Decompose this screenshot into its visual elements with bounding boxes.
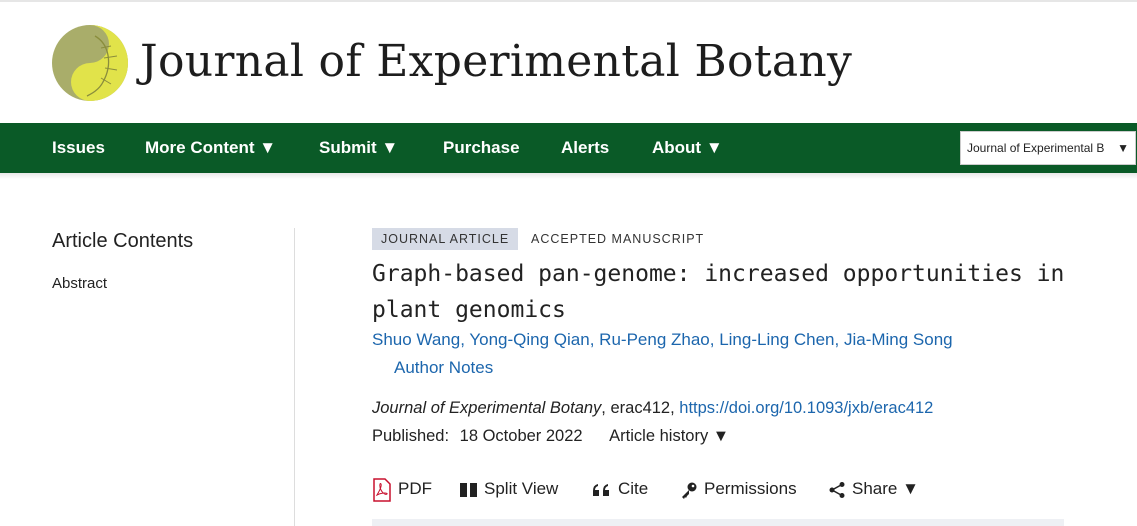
- pdf-icon: [373, 477, 391, 502]
- journal-logo-icon[interactable]: [51, 24, 129, 102]
- nav-alerts[interactable]: Alerts: [561, 123, 609, 173]
- doi-link[interactable]: https://doi.org/10.1093/jxb/erac412: [679, 399, 933, 417]
- journal-title[interactable]: Journal of Experimental Botany: [140, 36, 852, 87]
- article-contents-heading: Article Contents: [52, 230, 194, 252]
- quote-icon: [593, 483, 609, 496]
- split-view-button[interactable]: Split View: [460, 476, 558, 504]
- nav-purchase[interactable]: Purchase: [443, 123, 520, 173]
- split-view-icon: [460, 482, 477, 497]
- share-label: Share ▼: [852, 479, 919, 498]
- masthead: Journal of Experimental Botany: [0, 2, 1137, 123]
- published-date: 18 October 2022: [459, 427, 583, 445]
- key-icon: [682, 482, 697, 499]
- nav-shadow: [0, 173, 1137, 179]
- chevron-down-icon: ▼: [1117, 141, 1129, 155]
- journal-select[interactable]: Journal of Experimental B ▼: [960, 131, 1136, 165]
- nav-submit[interactable]: Submit ▼: [319, 123, 398, 173]
- share-button[interactable]: Share ▼: [828, 476, 919, 504]
- author-link[interactable]: Yong-Qing Qian: [469, 330, 589, 349]
- author-link[interactable]: Jia-Ming Song: [844, 330, 953, 349]
- nav-issues[interactable]: Issues: [52, 123, 105, 173]
- nav-about[interactable]: About ▼: [652, 123, 723, 173]
- nav-more-content[interactable]: More Content ▼: [145, 123, 276, 173]
- journal-name: Journal of Experimental Botany: [372, 399, 602, 417]
- citation-line: Journal of Experimental Botany, erac412,…: [372, 399, 933, 418]
- content-tabs-bar: [372, 519, 1064, 526]
- pdf-button[interactable]: PDF: [372, 476, 432, 504]
- author-link[interactable]: Shuo Wang: [372, 330, 460, 349]
- share-icon: [829, 481, 845, 498]
- cite-label: Cite: [618, 479, 649, 498]
- permissions-button[interactable]: Permissions: [680, 476, 797, 504]
- published-line: Published: 18 October 2022 Article histo…: [372, 427, 729, 446]
- article-title: Graph-based pan-genome: increased opport…: [372, 261, 1065, 323]
- article-type-badge: JOURNAL ARTICLE: [372, 228, 519, 250]
- author-notes-link[interactable]: Author Notes: [394, 358, 493, 378]
- permissions-label: Permissions: [704, 479, 797, 498]
- article-history-toggle[interactable]: Article history ▼: [609, 427, 729, 445]
- article-id: , erac412,: [601, 399, 680, 417]
- pdf-label: PDF: [398, 479, 432, 498]
- status-badge: ACCEPTED MANUSCRIPT: [531, 232, 705, 246]
- cite-button[interactable]: Cite: [592, 476, 648, 504]
- split-view-label: Split View: [484, 479, 559, 498]
- author-link[interactable]: Ling-Ling Chen: [719, 330, 834, 349]
- published-label: Published:: [372, 427, 450, 445]
- journal-select-value: Journal of Experimental B: [967, 141, 1105, 155]
- sidebar-link-abstract[interactable]: Abstract: [52, 275, 107, 292]
- author-list: Shuo Wang, Yong-Qing Qian, Ru-Peng Zhao,…: [372, 330, 953, 349]
- author-link[interactable]: Ru-Peng Zhao: [599, 330, 710, 349]
- sidebar-divider: [294, 228, 295, 526]
